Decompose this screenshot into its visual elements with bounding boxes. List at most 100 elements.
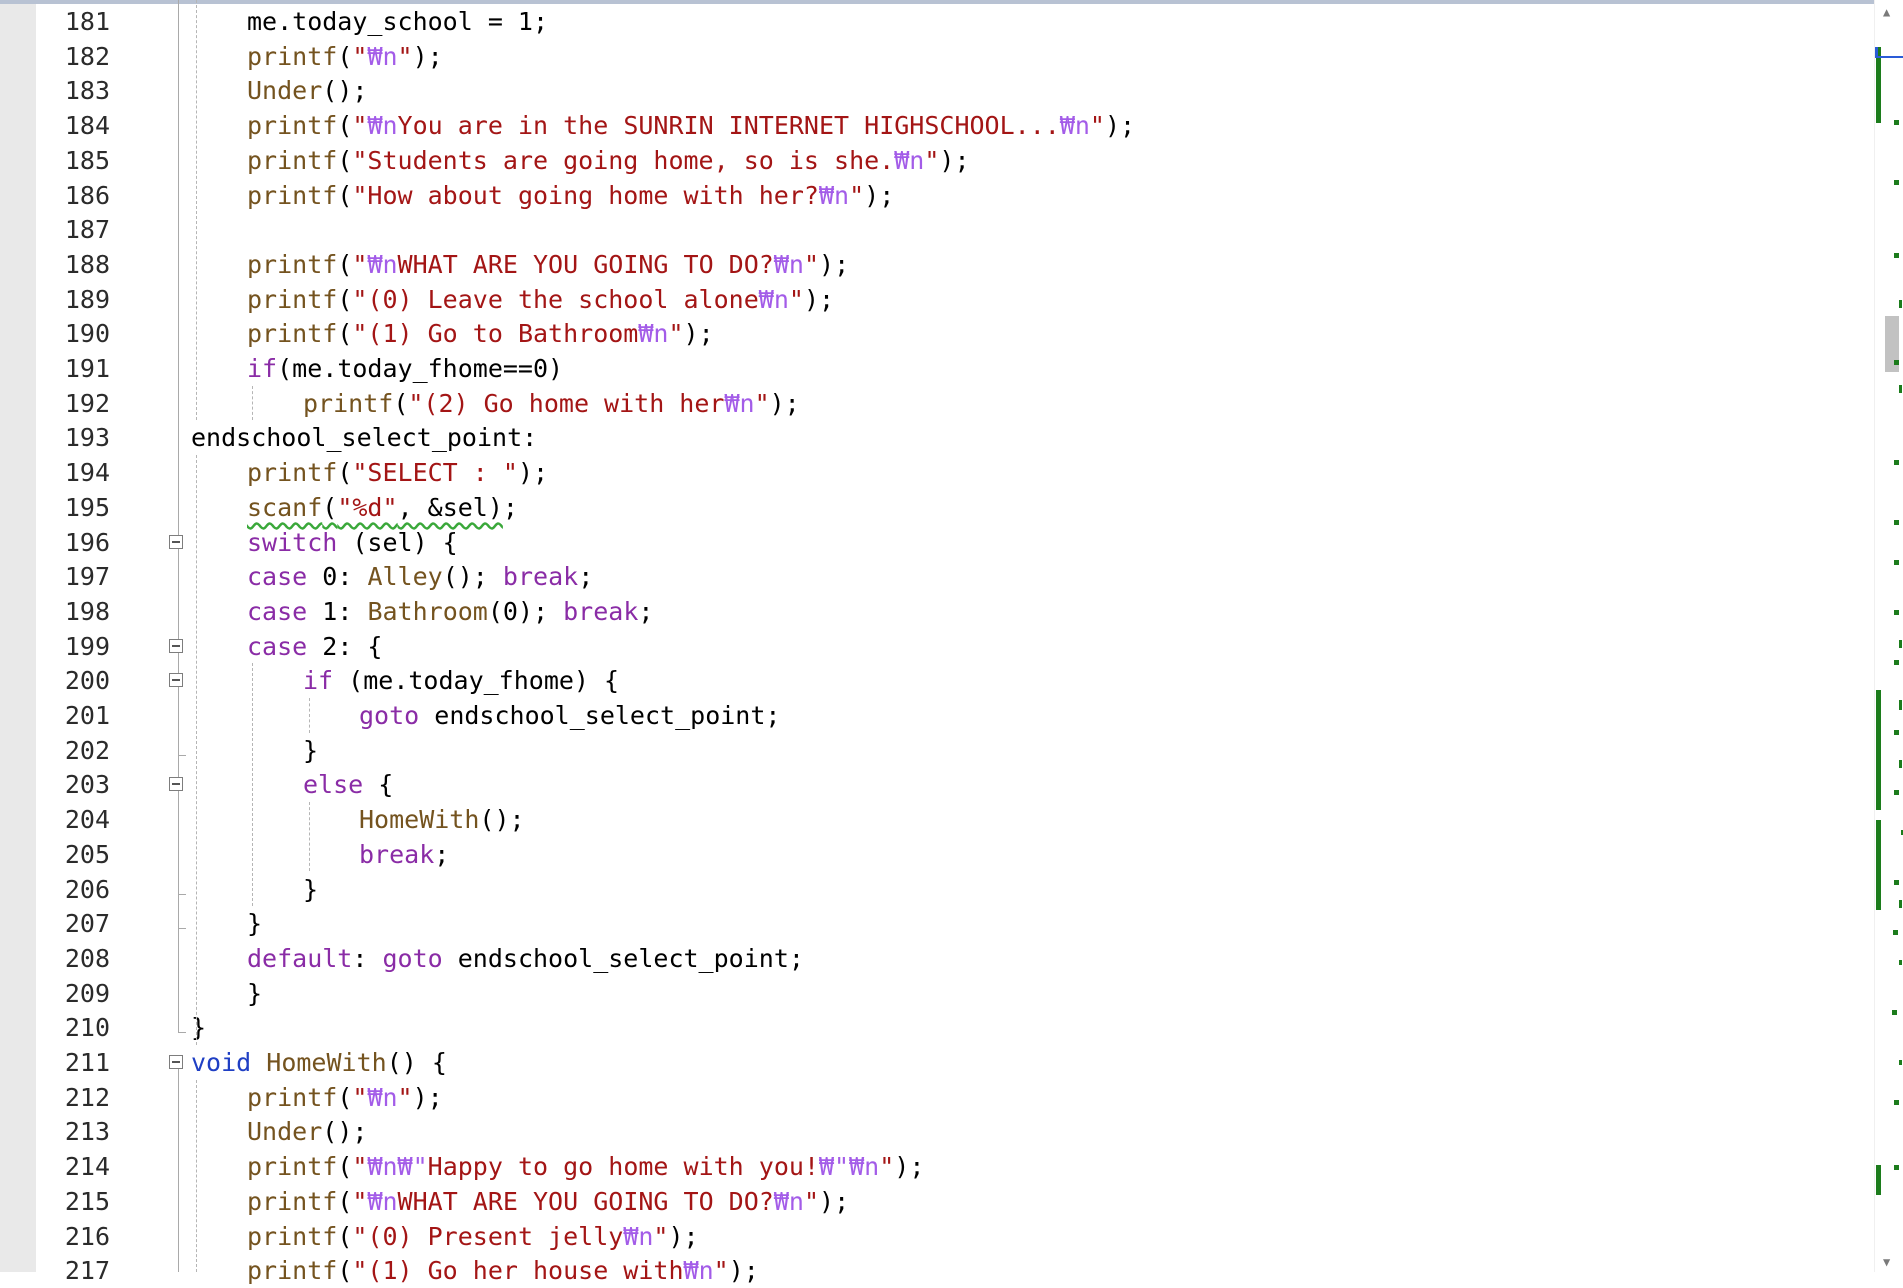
code-line[interactable]: printf("(1) Go to Bathroom₩n");: [247, 316, 714, 351]
code-token: scanf: [247, 492, 323, 522]
code-token: printf: [303, 388, 394, 418]
line-number: 206: [64, 874, 110, 904]
code-token: );: [412, 1082, 443, 1112]
indent-guide: [309, 802, 310, 872]
line-number: 185: [64, 145, 110, 175]
code-line[interactable]: if(me.today_fhome==0): [247, 351, 563, 386]
fold-collapse-icon[interactable]: [169, 673, 183, 688]
code-token: ();: [322, 76, 368, 106]
outline-end-marker: [178, 1032, 186, 1034]
code-line[interactable]: printf("₩nYou are in the SUNRIN INTERNET…: [247, 108, 1135, 143]
fold-collapse-icon[interactable]: [169, 638, 183, 653]
change-marker: [1894, 560, 1899, 565]
line-number: 187: [64, 215, 110, 245]
code-line[interactable]: void HomeWith() {: [191, 1045, 447, 1080]
code-token: (me.today_fhome) {: [333, 666, 620, 696]
code-line[interactable]: else {: [303, 767, 393, 802]
code-token: (me.today_fhome==0): [277, 354, 564, 383]
code-line[interactable]: printf("(2) Go home with her₩n");: [303, 386, 800, 421]
change-marker: [1894, 880, 1899, 885]
code-token: ₩n: [894, 145, 925, 175]
line-number: 181: [64, 7, 110, 36]
line-number: 202: [64, 735, 110, 765]
code-line[interactable]: if (me.today_fhome) {: [303, 663, 619, 698]
code-line[interactable]: Under();: [247, 1114, 367, 1149]
code-line[interactable]: break;: [359, 837, 449, 872]
code-token: (0);: [487, 596, 564, 626]
line-number: 212: [64, 1082, 110, 1112]
code-token: printf: [247, 1152, 338, 1182]
code-token: printf: [247, 319, 338, 349]
code-line[interactable]: goto endschool_select_point;: [359, 698, 780, 733]
code-token: void: [191, 1048, 252, 1077]
code-line[interactable]: printf("₩n");: [247, 1080, 443, 1115]
indent-guide: [196, 0, 197, 421]
code-token: }: [303, 874, 319, 904]
change-marker: [1876, 820, 1881, 910]
scroll-up-arrow-icon[interactable]: ▲: [1883, 5, 1890, 19]
fold-collapse-icon[interactable]: [169, 1055, 183, 1069]
code-line[interactable]: endschool_select_point:: [191, 420, 537, 455]
code-line[interactable]: case 2: {: [247, 629, 382, 664]
code-line[interactable]: printf("(0) Present jelly₩n");: [247, 1219, 699, 1254]
change-marker: [1899, 385, 1902, 393]
code-line[interactable]: printf("(1) Go her house with₩n");: [247, 1253, 759, 1288]
line-number: 196: [64, 527, 110, 557]
code-line[interactable]: case 1: Bathroom(0); break;: [247, 594, 653, 629]
code-line[interactable]: Under();: [247, 73, 367, 108]
code-line[interactable]: printf("SELECT : ");: [247, 455, 548, 490]
scroll-down-arrow-icon[interactable]: ▼: [1883, 1255, 1890, 1269]
code-token: printf: [247, 1256, 338, 1286]
code-token: ;: [434, 839, 450, 869]
code-line[interactable]: printf("₩nWHAT ARE YOU GOING TO DO?₩n");: [247, 247, 849, 282]
line-number: 205: [64, 839, 110, 869]
code-line[interactable]: }: [247, 906, 262, 941]
code-token: if: [247, 354, 278, 383]
code-token: ();: [479, 805, 525, 835]
line-number: 199: [64, 631, 110, 661]
code-token: (: [337, 1082, 353, 1112]
code-line[interactable]: printf("How about going home with her?₩n…: [247, 178, 894, 213]
code-token: printf: [247, 1221, 338, 1251]
code-line[interactable]: case 0: Alley(); break;: [247, 559, 593, 594]
code-line[interactable]: HomeWith();: [359, 802, 525, 837]
code-token: "(2) Go home with her: [408, 388, 725, 418]
change-marker: [1876, 1165, 1881, 1195]
change-marker: [1894, 180, 1899, 185]
code-line[interactable]: switch (sel) {: [247, 525, 458, 560]
code-line[interactable]: printf("₩n");: [247, 39, 443, 74]
line-number: 217: [64, 1256, 110, 1286]
code-token: ": [924, 145, 940, 175]
code-token: }: [191, 1013, 207, 1043]
code-line[interactable]: scanf("%d", &sel);: [247, 490, 518, 525]
code-token: ();: [322, 1117, 368, 1147]
code-token: ₩n: [623, 1221, 654, 1251]
code-line[interactable]: }: [303, 733, 318, 768]
change-marker: [1894, 360, 1899, 365]
code-token: );: [819, 249, 850, 279]
code-token: ": [653, 1221, 669, 1251]
change-marker: [1894, 460, 1899, 465]
code-line[interactable]: printf("₩nWHAT ARE YOU GOING TO DO?₩n");: [247, 1184, 849, 1219]
fold-collapse-icon[interactable]: [169, 777, 183, 792]
code-line[interactable]: printf("₩n₩"Happy to go home with you!₩"…: [247, 1149, 924, 1184]
code-token: ": [352, 1186, 368, 1216]
code-line[interactable]: me.today_school = 1;: [247, 4, 548, 39]
line-number: 186: [64, 180, 110, 210]
vertical-scrollbar[interactable]: ▲ ▼: [1874, 0, 1903, 1272]
line-number: 216: [64, 1221, 110, 1251]
code-line[interactable]: }: [191, 1010, 206, 1045]
code-line[interactable]: printf("(0) Leave the school alone₩n");: [247, 282, 834, 317]
code-line[interactable]: }: [247, 976, 262, 1011]
code-line[interactable]: default: goto endschool_select_point;: [247, 941, 804, 976]
code-token: "(1) Go to Bathroom: [352, 319, 639, 349]
code-token: 0:: [307, 562, 368, 592]
indent-guide: [196, 1079, 197, 1272]
code-token: WHAT ARE YOU GOING TO DO?: [397, 1186, 774, 1216]
code-line[interactable]: }: [303, 872, 318, 907]
code-token: break: [502, 562, 579, 592]
code-line[interactable]: printf("Students are going home, so is s…: [247, 143, 970, 178]
line-number: 188: [64, 249, 110, 279]
code-token: ;: [638, 596, 654, 626]
fold-collapse-icon[interactable]: [169, 534, 183, 549]
